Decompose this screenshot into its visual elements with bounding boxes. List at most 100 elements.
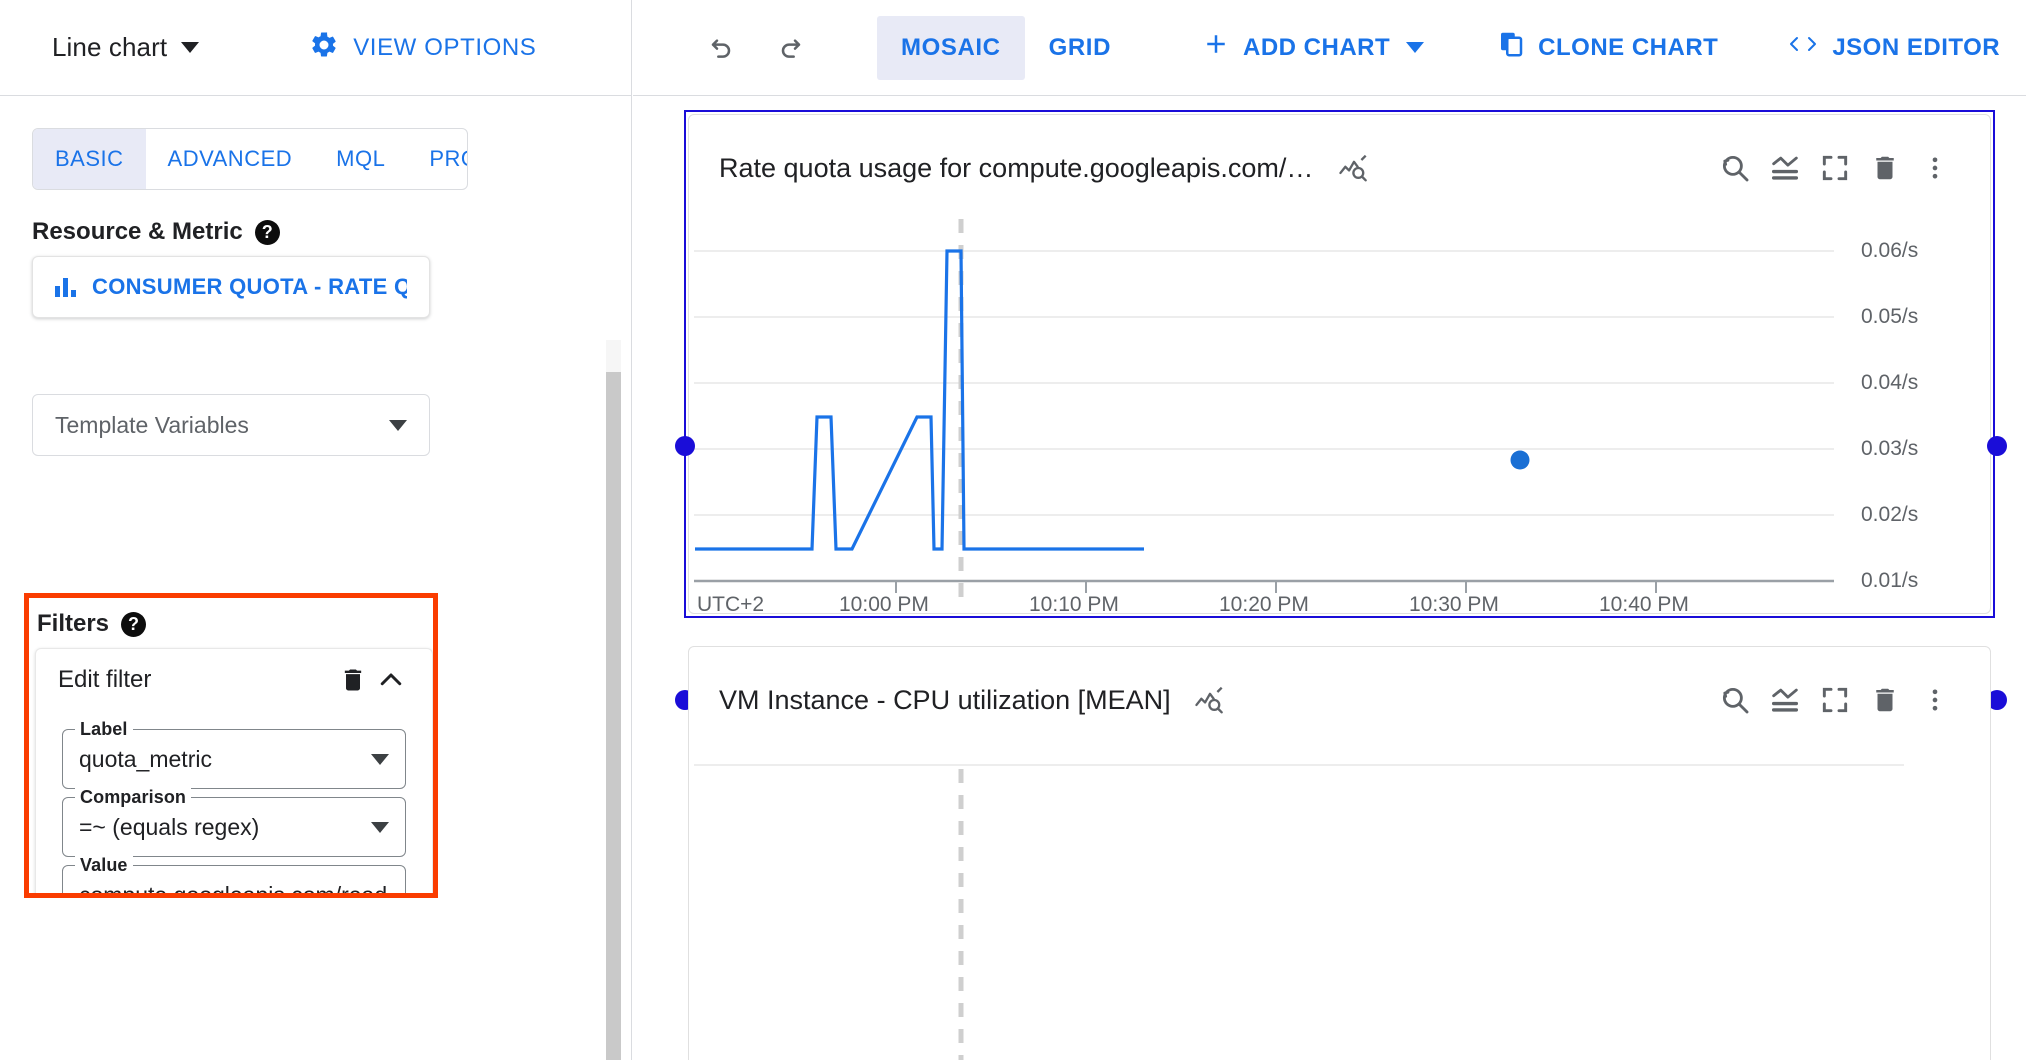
gear-icon: [309, 30, 339, 65]
code-brackets-icon: [1786, 30, 1820, 65]
chevron-down-icon: [371, 754, 389, 765]
view-options-label: VIEW OPTIONS: [353, 34, 536, 62]
bar-chart-icon: [55, 277, 76, 297]
tab-mql[interactable]: MQL: [314, 129, 407, 189]
resize-handle-left[interactable]: [675, 436, 695, 456]
filters-section-header: Filters ?: [37, 610, 146, 638]
chevron-down-icon: [181, 42, 199, 53]
chart-card-vm-cpu[interactable]: VM Instance - CPU utilization [MEAN]: [688, 646, 1991, 1060]
chart2-plot: [689, 747, 1990, 1060]
filter-value-input[interactable]: Value compute.googleapis.com/read_req: [62, 865, 406, 898]
view-options-button[interactable]: VIEW OPTIONS: [309, 30, 536, 65]
layout-mode-mosaic[interactable]: MOSAIC: [877, 16, 1025, 80]
chart1-xtick-1: 10:10 PM: [1029, 593, 1119, 617]
legend-lines-icon[interactable]: [1760, 675, 1810, 725]
legend-lines-icon[interactable]: [1760, 143, 1810, 193]
chart-inspect-icon[interactable]: [1185, 675, 1235, 725]
chart1-xtick-0: 10:00 PM: [839, 593, 929, 617]
chart1-xtick-3: 10:30 PM: [1409, 593, 1499, 617]
help-icon[interactable]: ?: [255, 220, 280, 245]
filters-section-highlight: Filters ? Edit filter Label: [24, 593, 438, 898]
chart1-title: Rate quota usage for compute.googleapis.…: [719, 153, 1319, 184]
chart-card-rate-quota[interactable]: Rate quota usage for compute.googleapis.…: [688, 114, 1991, 614]
dashboard-toolbar: MOSAIC GRID ADD CHART CLONE CHART: [633, 0, 2026, 96]
chart1-xtick-2: 10:20 PM: [1219, 593, 1309, 617]
clone-chart-label: CLONE CHART: [1538, 34, 1718, 62]
filter-comparison-select[interactable]: Comparison =~ (equals regex): [62, 797, 406, 857]
chart1-xtick-4: 10:40 PM: [1599, 593, 1689, 617]
chart2-action-icons: [1710, 675, 1960, 725]
chart1-plot: [689, 201, 1990, 601]
chart1-timezone-label: UTC+2: [697, 593, 764, 617]
chart1-ytick-5: 0.01/s: [1861, 569, 1918, 593]
trash-icon[interactable]: [1860, 143, 1910, 193]
config-panel-body: BASIC ADVANCED MQL PROMQL Resource & Met…: [0, 96, 631, 1060]
chart1-header: Rate quota usage for compute.googleapis.…: [689, 115, 1990, 193]
chart1-ytick-4: 0.02/s: [1861, 503, 1918, 527]
copy-icon: [1496, 29, 1526, 66]
query-mode-tabs: BASIC ADVANCED MQL PROMQL: [32, 128, 468, 190]
resize-handle-right[interactable]: [1987, 436, 2007, 456]
template-variables-dropdown[interactable]: Template Variables: [32, 394, 430, 456]
config-panel-header: Line chart VIEW OPTIONS: [0, 0, 631, 96]
chevron-down-icon: [1406, 42, 1424, 53]
redo-icon[interactable]: [767, 22, 819, 74]
chart1-inline-icons: [1329, 143, 1379, 193]
edit-filter-header: Edit filter: [36, 649, 432, 711]
reset-zoom-icon[interactable]: [1710, 143, 1760, 193]
resource-metric-section-header: Resource & Metric ?: [32, 218, 280, 246]
filter-label-value: quota_metric: [79, 746, 371, 773]
layout-mode-grid[interactable]: GRID: [1025, 16, 1135, 80]
chevron-down-icon: [389, 420, 407, 431]
more-vert-icon[interactable]: [1910, 675, 1960, 725]
chevron-down-icon: [371, 822, 389, 833]
chart-config-panel: Line chart VIEW OPTIONS BASIC ADVANCED M…: [0, 0, 632, 1060]
chart2-title: VM Instance - CPU utilization [MEAN]: [719, 685, 1171, 716]
chart-type-label: Line chart: [52, 32, 167, 63]
chart-type-dropdown[interactable]: Line chart: [52, 32, 199, 63]
edit-filter-card: Edit filter Label quota_metric: [35, 648, 433, 898]
filters-title: Filters: [37, 610, 109, 638]
plus-icon: [1201, 29, 1231, 66]
more-vert-icon[interactable]: [1910, 143, 1960, 193]
chart-mosaic-area: Rate quota usage for compute.googleapis.…: [633, 96, 2026, 1060]
add-chart-button[interactable]: ADD CHART: [1201, 29, 1424, 66]
monitoring-dashboard-editor: Line chart VIEW OPTIONS BASIC ADVANCED M…: [0, 0, 2026, 1060]
json-editor-label: JSON EDITOR: [1832, 34, 2000, 62]
resource-metric-selector[interactable]: CONSUMER QUOTA - RATE QUOT…: [32, 256, 430, 318]
edit-filter-title: Edit filter: [58, 666, 334, 694]
chevron-up-icon[interactable]: [372, 661, 410, 699]
config-panel-scrollbar-thumb[interactable]: [606, 372, 621, 1060]
tab-promql[interactable]: PROMQL: [407, 129, 468, 189]
layout-mode-toggle: MOSAIC GRID: [877, 16, 1135, 80]
chart1-ytick-3: 0.03/s: [1861, 437, 1918, 461]
tab-basic[interactable]: BASIC: [33, 129, 146, 189]
chart1-action-icons: [1710, 143, 1960, 193]
filter-comparison-value: =~ (equals regex): [79, 814, 371, 841]
help-icon[interactable]: ?: [121, 612, 146, 637]
chart1-ytick-0: 0.06/s: [1861, 239, 1918, 263]
resource-metric-chip-label: CONSUMER QUOTA - RATE QUOT…: [92, 274, 407, 300]
json-editor-button[interactable]: JSON EDITOR: [1786, 30, 2000, 65]
filter-value-fieldlabel: Value: [75, 855, 133, 876]
chart1-ytick-1: 0.05/s: [1861, 305, 1918, 329]
resource-metric-title: Resource & Metric: [32, 218, 243, 246]
reset-zoom-icon[interactable]: [1710, 675, 1760, 725]
trash-icon[interactable]: [1860, 675, 1910, 725]
trash-icon[interactable]: [334, 661, 372, 699]
chart-inspect-icon[interactable]: [1329, 143, 1379, 193]
dashboard-panel: MOSAIC GRID ADD CHART CLONE CHART: [633, 0, 2026, 1060]
clone-chart-button[interactable]: CLONE CHART: [1496, 29, 1718, 66]
add-chart-label: ADD CHART: [1243, 34, 1390, 62]
chart2-inline-icons: [1185, 675, 1235, 725]
filter-label-select[interactable]: Label quota_metric: [62, 729, 406, 789]
fullscreen-icon[interactable]: [1810, 143, 1860, 193]
chart2-header: VM Instance - CPU utilization [MEAN]: [689, 647, 1990, 725]
fullscreen-icon[interactable]: [1810, 675, 1860, 725]
filter-label-fieldlabel: Label: [75, 719, 133, 740]
undo-icon[interactable]: [693, 22, 745, 74]
tab-advanced[interactable]: ADVANCED: [146, 129, 315, 189]
template-variables-placeholder: Template Variables: [55, 412, 389, 439]
filter-comparison-fieldlabel: Comparison: [75, 787, 191, 808]
chart1-ytick-2: 0.04/s: [1861, 371, 1918, 395]
